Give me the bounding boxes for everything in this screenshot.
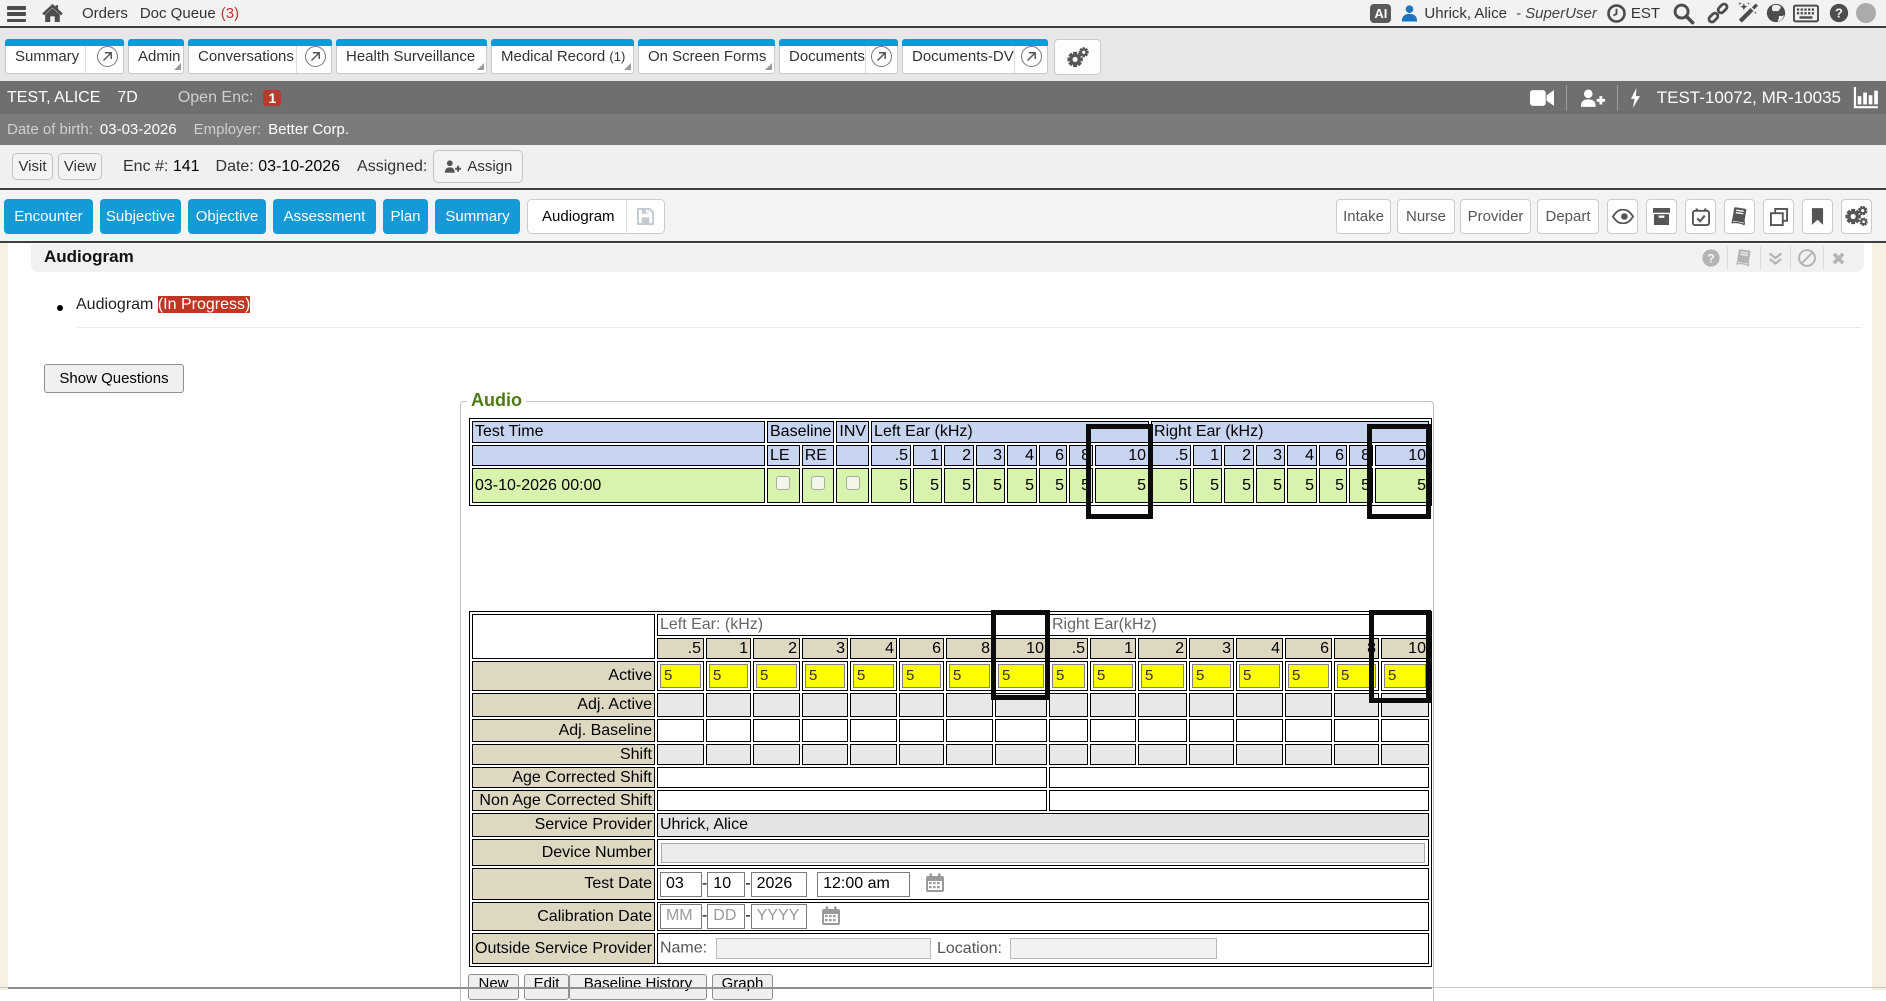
svg-text:?: ? <box>1835 6 1843 21</box>
svg-text:?: ? <box>1707 252 1715 266</box>
